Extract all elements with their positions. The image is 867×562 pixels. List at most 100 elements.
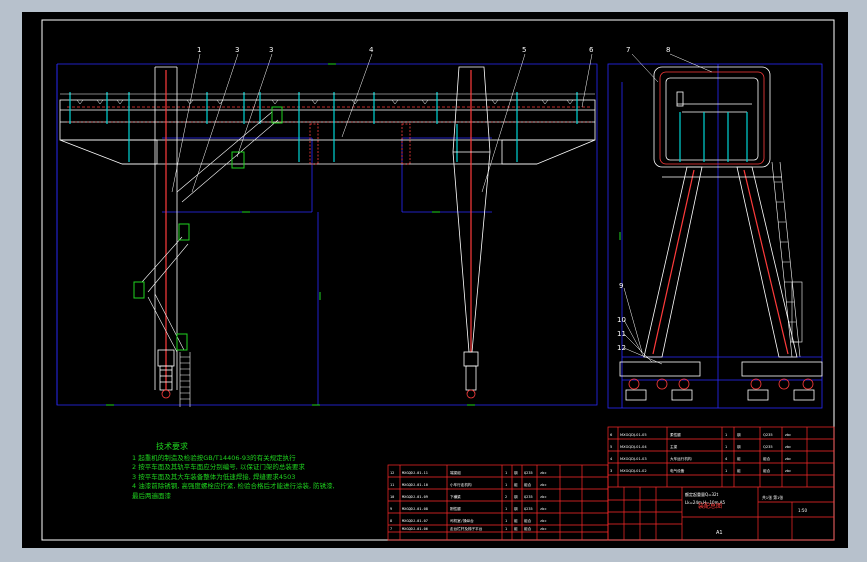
table-cell-text: 刚性腿	[450, 506, 461, 511]
tech-note-line: 3 按平车面及其大车装备整体为低速焊接, 焊缝要求4503	[132, 472, 296, 481]
table-cell-text: MXGQDJ-01-09	[402, 495, 428, 499]
table-cell-text: 钢	[514, 470, 518, 475]
cad-viewport[interactable]: 1 3 3 4 5 6 7 8 9 10 11 12 12 MXGQDJ-01-…	[22, 12, 848, 548]
table-cell-text: Q235	[524, 471, 533, 475]
a-frame-legs	[643, 166, 798, 358]
callout-4: 4	[369, 46, 374, 54]
table-cell-text: 组	[737, 456, 741, 461]
walkway-marks	[76, 99, 574, 105]
sheet-info: 共1张 第1张	[762, 495, 783, 500]
side-view	[607, 53, 823, 409]
tech-note-line: 2 按平车面及其轨平车面应分别编号, 以保证门架的总装要求	[132, 463, 305, 471]
table-cell-text: zbc	[785, 433, 791, 437]
side-callout-leaders	[623, 53, 713, 365]
table-cell-text: MXGQDJ-01-03	[620, 457, 647, 461]
tech-note-line: 最后两遍面漆	[132, 491, 171, 500]
table-cell-text: 3	[610, 469, 612, 473]
access-ladder	[141, 111, 279, 407]
table-cell-text: MXGQDJ-01-06	[402, 527, 428, 531]
table-cell-text: 组	[514, 518, 518, 523]
table-cell-text: zbc	[540, 527, 547, 531]
table-cell-text: 端梁组	[450, 470, 461, 475]
callout-leaders	[171, 53, 593, 193]
callout-6: 6	[589, 46, 594, 54]
callout-1: 1	[197, 46, 201, 54]
table-cell-text: 12	[390, 471, 394, 475]
front-view	[56, 53, 621, 407]
table-cell-text: 9	[390, 507, 392, 511]
table-cell-text: 柔性腿	[670, 432, 681, 437]
callout-9: 9	[619, 282, 623, 290]
table-cell-text: zbc	[540, 519, 547, 523]
table-cell-text: 组合	[524, 518, 532, 523]
table-cell-text: 电气设备	[670, 468, 685, 473]
girder-right-taper	[501, 139, 596, 165]
table-cell-text: MXGQDJ-01-10	[402, 483, 428, 487]
table-cell-text: 1	[505, 527, 507, 531]
technical-requirements-title: 技术要求	[156, 442, 188, 451]
tech-note-line: 1 起重机的制造及检验按GB/T14406-93的有关规定执行	[132, 453, 296, 462]
technical-requirements: 技术要求 1 起重机的制造及检验按GB/T14406-93的有关规定执行 2 按…	[132, 442, 382, 501]
callout-7: 7	[626, 46, 630, 54]
table-cell-text: 钢	[737, 444, 741, 449]
table-cell-text: zbc	[540, 495, 547, 499]
title-block	[607, 426, 835, 541]
table-cell-text: 1	[505, 471, 507, 475]
sheet-size: A1	[716, 530, 723, 536]
table-cell-text: 10	[390, 495, 394, 499]
table-cell-text: 1	[725, 469, 727, 473]
table-cell-text: MXGQDJ-01-07	[402, 519, 428, 523]
table-cell-text: 1	[505, 519, 507, 523]
table-cell-text: MXGQDJ-01-08	[402, 507, 428, 511]
rigid-leg	[154, 66, 178, 399]
table-cell-text: zbc	[785, 457, 791, 461]
table-cell-text: 钢	[514, 506, 518, 511]
table-cell-text: 下横梁	[450, 494, 461, 499]
table-cell-text: zbc	[540, 483, 547, 487]
title-block-text: 6 MXGQDJ-01-05 柔性腿 1 钢 Q235 zbc 5 MXGQDJ…	[610, 432, 807, 536]
table-cell-text: 小车行走机构	[450, 482, 472, 487]
front-view-outline	[56, 63, 598, 406]
table-cell-text: 司机室/操纵台	[450, 518, 474, 523]
parts-list-text: 12 MXGQDJ-01-11 端梁组 1 钢 Q235 zbc 11 MXGQ…	[390, 470, 547, 531]
table-cell-text: 1	[725, 445, 727, 449]
table-cell-text: 组	[514, 526, 518, 531]
table-cell-text: 钢	[737, 432, 741, 437]
table-cell-text: MXGQDJ-01-11	[402, 471, 428, 475]
crane-spec: 额定起重量Q=32t	[685, 491, 719, 497]
tech-note-line: 4 油漆前除锈钢, 高强度螺栓应拧紧, 检验合格后才能进行涂装, 防锈漆,	[132, 482, 335, 490]
table-cell-text: 1	[725, 433, 727, 437]
table-cell-text: 4	[610, 457, 613, 461]
table-cell-text: 大车运行机构	[670, 456, 692, 461]
table-cell-text: 11	[390, 483, 394, 487]
table-cell-text: 组合	[763, 468, 771, 473]
callout-8: 8	[666, 46, 670, 54]
callout-11: 11	[617, 330, 626, 338]
table-cell-text: Q235	[524, 495, 533, 499]
side-ladder	[771, 161, 803, 358]
table-cell-text: Q235	[763, 433, 773, 437]
callout-5: 5	[522, 46, 526, 54]
table-cell-text: MXGQDJ-01-02	[620, 469, 647, 473]
table-cell-text: 走台栏杆及梯子平台	[450, 526, 483, 531]
trolley-frame	[653, 66, 771, 168]
table-cell-text: 组合	[524, 482, 532, 487]
scale: 1:50	[798, 508, 807, 513]
table-cell-text: zbc	[540, 507, 547, 511]
table-cell-text: zbc	[785, 445, 791, 449]
callout-3b: 3	[269, 46, 273, 54]
table-cell-text: 1	[505, 507, 507, 511]
table-cell-text: 组合	[524, 526, 532, 531]
drawing-title: 装配总图	[698, 502, 722, 510]
table-cell-text: 1	[505, 483, 507, 487]
table-cell-text: 钢	[514, 494, 518, 499]
table-cell-text: 2	[505, 495, 507, 499]
callout-12: 12	[617, 344, 626, 352]
table-cell-text: 6	[610, 433, 613, 437]
end-carriages	[619, 361, 823, 401]
main-girder	[59, 99, 596, 141]
walkway-railing	[69, 92, 578, 162]
table-cell-text: 8	[390, 519, 392, 523]
callout-labels: 1 3 3 4 5 6 7 8 9 10 11 12	[197, 46, 670, 352]
table-cell-text: 4	[725, 457, 728, 461]
